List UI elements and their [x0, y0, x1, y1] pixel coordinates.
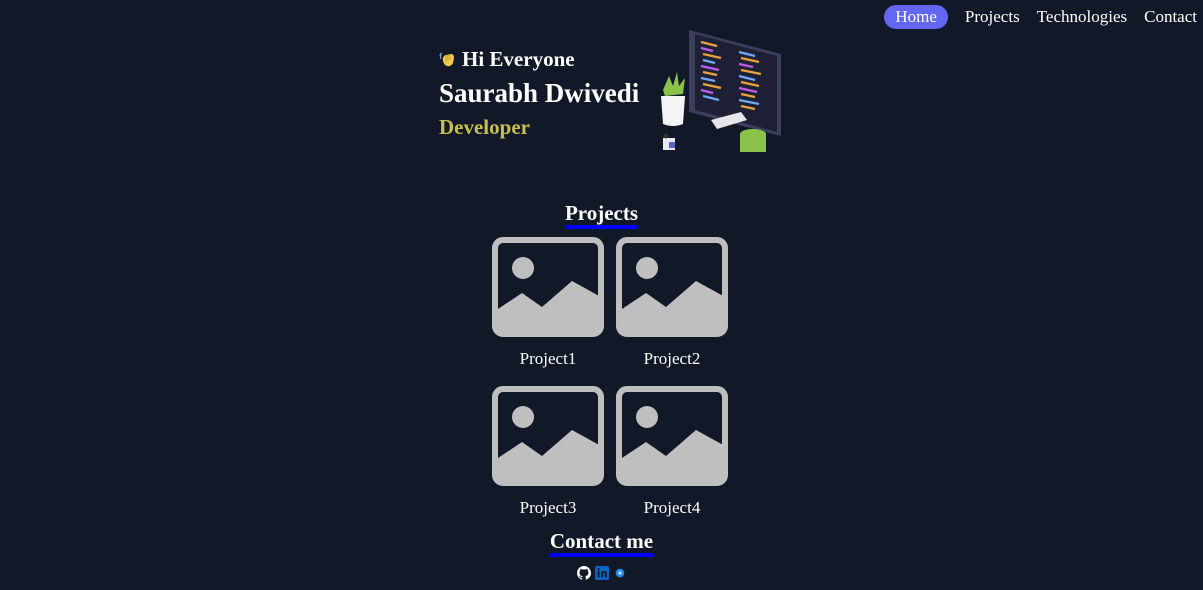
github-icon[interactable]: [576, 566, 591, 580]
nav-projects[interactable]: Projects: [965, 6, 1020, 28]
nav-contact[interactable]: Contact: [1144, 6, 1197, 28]
project-card-2[interactable]: Project2: [616, 237, 728, 369]
hero-role: Developer: [439, 115, 530, 139]
developer-desk-illustration: [655, 28, 785, 154]
hero-intro: Hi Everyone Saurabh Dwivedi Developer: [439, 47, 639, 140]
contact-heading: Contact me: [549, 529, 654, 557]
social-links: [0, 566, 1203, 580]
contact-section-title: Contact me: [0, 529, 1203, 557]
nav-technologies[interactable]: Technologies: [1037, 6, 1127, 28]
greeting-text: Hi Everyone: [462, 46, 575, 71]
image-placeholder-icon: [492, 386, 604, 486]
hero-name: Saurabh Dwivedi: [439, 78, 640, 108]
image-placeholder-icon: [492, 237, 604, 337]
project-label-1: Project1: [519, 349, 577, 368]
linkedin-icon[interactable]: [594, 566, 609, 580]
project-label-3: Project3: [519, 498, 577, 517]
top-nav: Home Projects Technologies Contact: [884, 5, 1203, 29]
project-label-4: Project4: [643, 498, 701, 517]
dot-icon[interactable]: [613, 566, 627, 580]
waving-hand-icon: [439, 50, 457, 68]
project-card-1[interactable]: Project1: [492, 237, 604, 369]
project-card-3[interactable]: Project3: [492, 386, 604, 518]
projects-section-title: Projects: [0, 201, 1203, 229]
greeting: Hi Everyone: [439, 47, 639, 71]
project-label-2: Project2: [643, 349, 701, 368]
image-placeholder-icon: [616, 237, 728, 337]
image-placeholder-icon: [616, 386, 728, 486]
projects-heading: Projects: [564, 201, 639, 229]
nav-home[interactable]: Home: [884, 5, 948, 29]
project-card-4[interactable]: Project4: [616, 386, 728, 518]
